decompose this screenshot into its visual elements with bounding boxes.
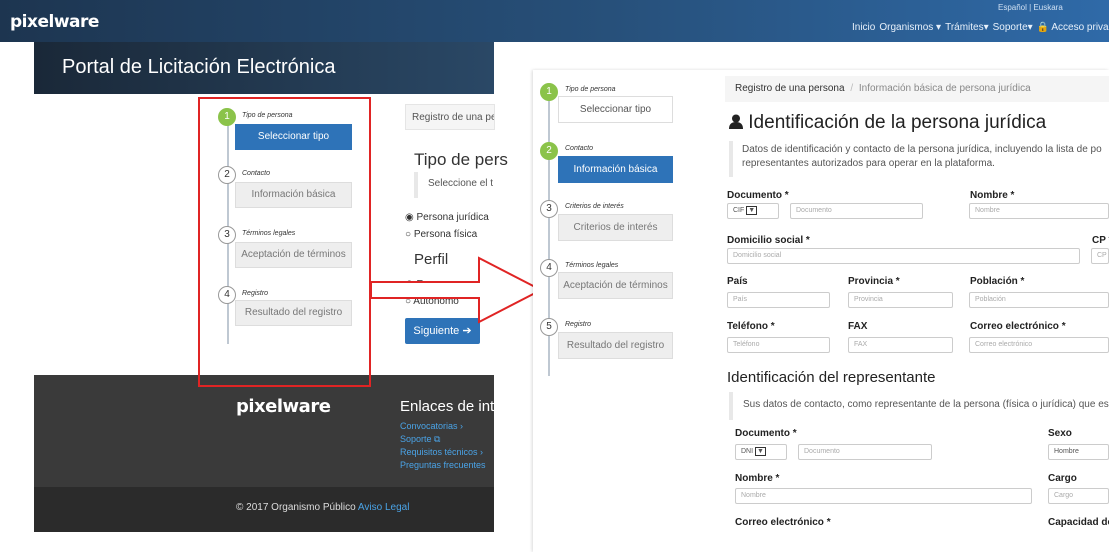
cargo-input[interactable]: Cargo	[1048, 488, 1109, 504]
user-icon	[729, 113, 743, 129]
rep-documento-label: Documento *	[735, 428, 797, 439]
footer-link-soporte[interactable]: Soporte ⧉	[400, 434, 440, 445]
page-heading: Tipo de pers	[414, 150, 508, 169]
provincia-input[interactable]: Provincia	[848, 292, 953, 308]
rep-documento-input[interactable]: Documento	[798, 444, 932, 460]
arrow-icon	[370, 256, 544, 324]
right-intro: Datos de identificación y contacto de la…	[729, 141, 1109, 177]
r-step-4-button[interactable]: Aceptación de términos	[558, 272, 673, 299]
rep-nombre-label: Nombre *	[735, 473, 780, 484]
fax-input[interactable]: FAX	[848, 337, 953, 353]
r-step-3-button[interactable]: Criterios de interés	[558, 214, 673, 241]
hint-text: Seleccione el t	[414, 172, 494, 198]
nav-inicio[interactable]: Inicio	[852, 22, 875, 33]
radio-label: Persona jurídica	[416, 212, 489, 223]
breadcrumb-link[interactable]: Registro de una persona	[735, 83, 845, 94]
r-step-2-circle: 2	[540, 142, 558, 160]
nav-organismos[interactable]: Organismos ▾	[879, 22, 941, 33]
cargo-label: Cargo	[1048, 473, 1077, 484]
rep-correo-label: Correo electrónico *	[735, 517, 831, 528]
right-heading: Identificación de la persona jurídica	[729, 112, 1046, 134]
language-switch[interactable]: Español | Euskara	[998, 3, 1063, 12]
r-step-4-circle: 4	[540, 259, 558, 277]
nav-acceso-privado[interactable]: 🔒 Acceso privado	[1037, 22, 1109, 33]
portal-title: Portal de Licitación Electrónica	[62, 56, 336, 78]
sexo-label: Sexo	[1048, 428, 1072, 439]
pais-label: País	[727, 276, 748, 287]
nombre-label: Nombre *	[970, 190, 1015, 201]
breadcrumb: Registro de una pe	[405, 104, 495, 130]
footer-link-convocatorias[interactable]: Convocatorias ›	[400, 421, 463, 431]
rep-nombre-input[interactable]: Nombre	[735, 488, 1032, 504]
footer-logo: pixelware	[236, 396, 331, 417]
footer-links-title: Enlaces de int	[400, 398, 495, 415]
telefono-label: Teléfono *	[727, 321, 775, 332]
correo-input[interactable]: Correo electrónico	[969, 337, 1109, 353]
legal-link[interactable]: Aviso Legal	[358, 502, 410, 513]
r-step-5-button[interactable]: Resultado del registro	[558, 332, 673, 359]
representante-intro: Sus datos de contacto, como representant…	[729, 392, 1109, 420]
representante-heading: Identificación del representante	[727, 369, 936, 386]
cp-label: CP *	[1092, 235, 1109, 246]
documento-type-select[interactable]: CIF ▼	[727, 203, 779, 219]
footer-link-requisitos[interactable]: Requisitos técnicos ›	[400, 447, 483, 457]
documento-input[interactable]: Documento	[790, 203, 923, 219]
heading-text: Identificación de la persona jurídica	[748, 112, 1047, 133]
breadcrumb-separator: /	[850, 83, 854, 94]
brand-logo[interactable]: pixelware	[10, 12, 99, 32]
radio-persona-fisica[interactable]: ○ Persona física	[405, 229, 477, 240]
footer	[34, 375, 494, 487]
sexo-select[interactable]: Hombre	[1048, 444, 1109, 460]
pais-input[interactable]: País	[727, 292, 830, 308]
r-step-3-circle: 3	[540, 200, 558, 218]
r-step-1-label: Tipo de persona	[565, 86, 616, 93]
nav-soporte[interactable]: Soporte▾	[993, 22, 1033, 33]
r-step-1-circle: 1	[540, 83, 558, 101]
correo-label: Correo electrónico *	[970, 321, 1066, 332]
documento-label: Documento *	[727, 190, 789, 201]
fax-label: FAX	[848, 321, 868, 332]
r-step-3-label: Criterios de interés	[565, 203, 624, 210]
radio-persona-juridica[interactable]: ◉ Persona jurídica	[405, 212, 489, 223]
domicilio-label: Domicilio social *	[727, 235, 810, 246]
rep-documento-type-select[interactable]: DNI ▼	[735, 444, 787, 460]
poblacion-input[interactable]: Población	[969, 292, 1109, 308]
nombre-input[interactable]: Nombre	[969, 203, 1109, 219]
top-navbar	[0, 0, 1109, 42]
chevron-down-icon: ▼	[755, 447, 766, 456]
main-nav: Inicio Organismos ▾ Trámites▾ Soporte▾ 🔒…	[852, 22, 1109, 33]
r-step-5-label: Registro	[565, 321, 592, 328]
r-step-5-circle: 5	[540, 318, 558, 336]
r-step-2-button[interactable]: Información básica	[558, 156, 673, 183]
provincia-label: Provincia *	[848, 276, 900, 287]
telefono-input[interactable]: Teléfono	[727, 337, 830, 353]
r-step-4-label: Términos legales	[565, 262, 619, 269]
right-breadcrumb: Registro de una persona / Información bá…	[725, 76, 1109, 102]
radio-label: Persona física	[413, 229, 478, 240]
r-step-1-button[interactable]: Seleccionar tipo	[558, 96, 673, 123]
breadcrumb-current: Información básica de persona jurídica	[858, 83, 1031, 94]
footer-link-faq[interactable]: Preguntas frecuentes	[400, 460, 486, 470]
highlight-box	[198, 97, 371, 387]
capacidad-label: Capacidad de	[1048, 517, 1109, 528]
chevron-down-icon: ▼	[746, 206, 758, 215]
select-value: CIF	[733, 207, 745, 214]
cp-input[interactable]: CP	[1091, 248, 1109, 264]
nav-tramites[interactable]: Trámites▾	[945, 22, 989, 33]
copyright-text: © 2017 Organismo Público	[236, 502, 356, 513]
poblacion-label: Población *	[970, 276, 1025, 287]
r-step-2-label: Contacto	[565, 145, 594, 152]
copyright: © 2017 Organismo Público Aviso Legal	[236, 502, 409, 513]
select-value: DNI	[741, 448, 754, 455]
domicilio-input[interactable]: Domicilio social	[727, 248, 1080, 264]
